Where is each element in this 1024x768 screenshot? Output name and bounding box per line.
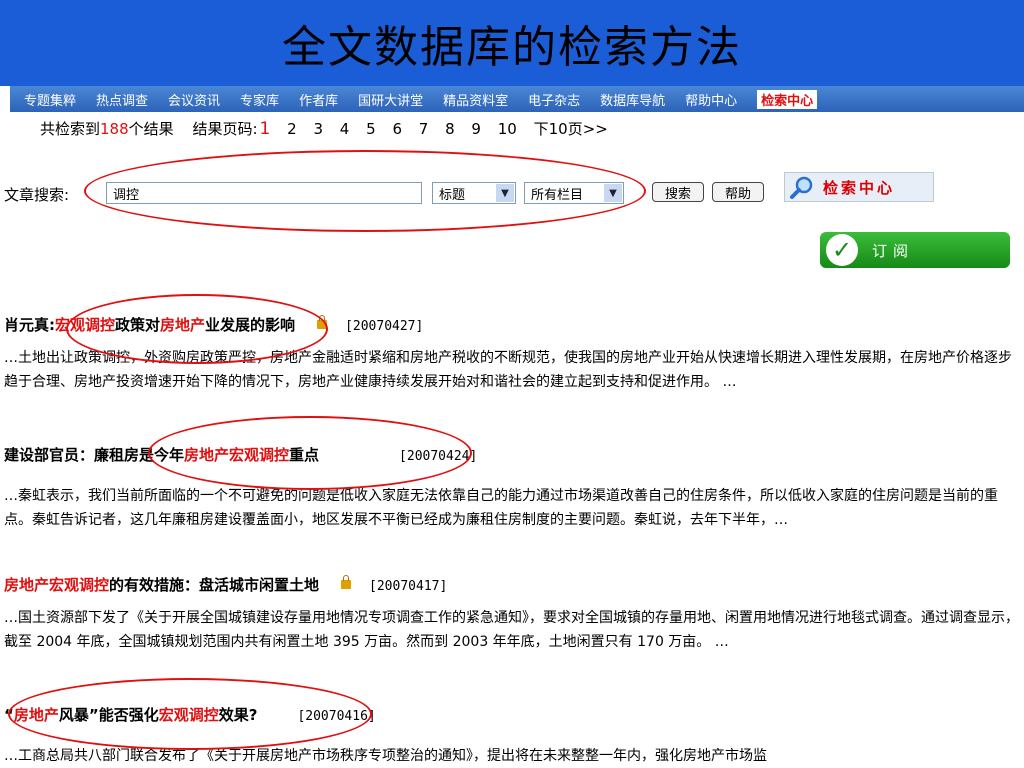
article-title-part: 重点	[289, 446, 320, 464]
page-link-6[interactable]: 6	[392, 120, 402, 138]
page-link-8[interactable]: 8	[445, 120, 455, 138]
article-title-link[interactable]: 肖元真:宏观调控政策对房地产业发展的影响 [20070427]	[4, 314, 423, 335]
article-date: [20070417]	[369, 579, 448, 594]
chevron-down-icon[interactable]: ▼	[604, 184, 622, 202]
article-title-part: 肖元真:	[4, 316, 55, 334]
article-title-part: “	[4, 706, 14, 724]
next-pages-link[interactable]: 下10页>>	[534, 120, 608, 138]
search-center-banner[interactable]: 检索中心	[784, 172, 934, 202]
nav-item-lectures[interactable]: 国研大讲堂	[358, 90, 423, 109]
article-title-highlight: 宏观调控	[158, 706, 219, 724]
pages-label: 结果页码:	[192, 120, 258, 138]
article-snippet: …秦虹表示，我们当前所面临的一个不可避免的问题是低收入家庭无法依靠自己的能力通过…	[4, 488, 998, 528]
checkmark-icon: ✓	[826, 234, 858, 266]
search-center-label: 检索中心	[823, 178, 896, 197]
article-title-part: 的有效措施：盘活城市闲置土地	[109, 576, 320, 594]
page-link-3[interactable]: 3	[313, 120, 323, 138]
results-prefix: 共检索到	[40, 120, 101, 138]
article-title-part: 风暴”能否强化	[58, 706, 159, 724]
column-select-value: 所有栏目	[531, 187, 584, 203]
article-title-link[interactable]: “房地产风暴”能否强化宏观调控效果? [20070416]	[4, 704, 376, 725]
slide-title-text: 全文数据库的检索方法	[282, 22, 742, 73]
article-title-part: 效果?	[218, 706, 258, 724]
article-snippet: …土地出让政策调控，外资购房政策严控，房地产金融适时紧缩和房地产税收的不断规范，…	[4, 350, 1012, 390]
page-link-7[interactable]: 7	[419, 120, 429, 138]
page-link-9[interactable]: 9	[471, 120, 481, 138]
article-title-part: 建设部官员：廉租房是今年	[4, 446, 185, 464]
nav-item-search-center[interactable]: 检索中心	[757, 89, 818, 109]
article-title-link[interactable]: 建设部官员：廉租房是今年房地产宏观调控重点 [20070424]	[4, 444, 477, 465]
search-label-wrap: 文章搜索:	[4, 180, 69, 208]
result-summary: 共检索到188个结果 结果页码: 1 2 3 4 5 6 7 8 9 10 下10…	[40, 118, 608, 139]
article-title-highlight: 房地产宏观调控	[4, 576, 110, 594]
lock-icon	[317, 315, 328, 329]
subscribe-label: 订阅	[872, 241, 915, 260]
results-count: 188	[100, 120, 129, 138]
chevron-down-icon[interactable]: ▼	[496, 184, 514, 202]
page-link-2[interactable]: 2	[287, 120, 297, 138]
keyword-input[interactable]	[106, 182, 422, 204]
nav-item-authors[interactable]: 作者库	[299, 90, 338, 109]
results-suffix: 个结果	[128, 120, 174, 138]
article-snippet: …国土资源部下发了《关于开展全国城镇建设存量用地情况专项调查工作的紧急通知》，要…	[4, 610, 1019, 650]
page-link-10[interactable]: 10	[498, 120, 517, 138]
article-snippet: …工商总局共八部门联合发布了《关于开展房地产市场秩序专项整治的通知》，提出将在未…	[4, 748, 767, 764]
subscribe-button[interactable]: ✓ 订阅	[820, 232, 1010, 268]
nav-item-hot-survey[interactable]: 热点调查	[96, 90, 148, 109]
page-link-5[interactable]: 5	[366, 120, 376, 138]
nav-item-experts[interactable]: 专家库	[240, 90, 279, 109]
field-select[interactable]: 标题 ▼	[432, 182, 516, 204]
column-select[interactable]: 所有栏目 ▼	[524, 182, 624, 204]
page-link-1[interactable]: 1	[260, 119, 271, 139]
article-date: [20070427]	[345, 319, 424, 334]
article-title-part: 政策对	[115, 316, 161, 334]
slide-title: 全文数据库的检索方法	[0, 0, 1024, 86]
article-title-part: 业发展的影响	[205, 316, 296, 334]
nav-item-ejournal[interactable]: 电子杂志	[528, 90, 580, 109]
search-label: 文章搜索:	[4, 185, 70, 204]
nav-item-conference[interactable]: 会议资讯	[168, 90, 220, 109]
search-button[interactable]: 搜索	[652, 182, 704, 202]
nav-item-db-nav[interactable]: 数据库导航	[600, 90, 665, 109]
article-title-highlight: 房地产宏观调控	[184, 446, 290, 464]
magnifier-icon	[789, 175, 815, 199]
page-link-4[interactable]: 4	[340, 120, 350, 138]
lock-icon	[341, 575, 352, 589]
article-title-highlight: 房地产	[160, 316, 206, 334]
article-title-highlight: 房地产	[13, 706, 59, 724]
help-button[interactable]: 帮助	[712, 182, 764, 202]
article-title-highlight: 宏观调控	[55, 316, 116, 334]
article-date: [20070424]	[399, 449, 478, 464]
article-title-link[interactable]: 房地产宏观调控的有效措施：盘活城市闲置土地 [20070417]	[4, 574, 447, 595]
top-nav: 专题集粹 热点调查 会议资讯 专家库 作者库 国研大讲堂 精品资料室 电子杂志 …	[10, 86, 1024, 112]
nav-item-help[interactable]: 帮助中心	[685, 90, 737, 109]
article-date: [20070416]	[297, 709, 376, 724]
nav-item-materials[interactable]: 精品资料室	[443, 90, 508, 109]
field-select-value: 标题	[439, 187, 466, 203]
nav-item-topics[interactable]: 专题集粹	[24, 90, 76, 109]
